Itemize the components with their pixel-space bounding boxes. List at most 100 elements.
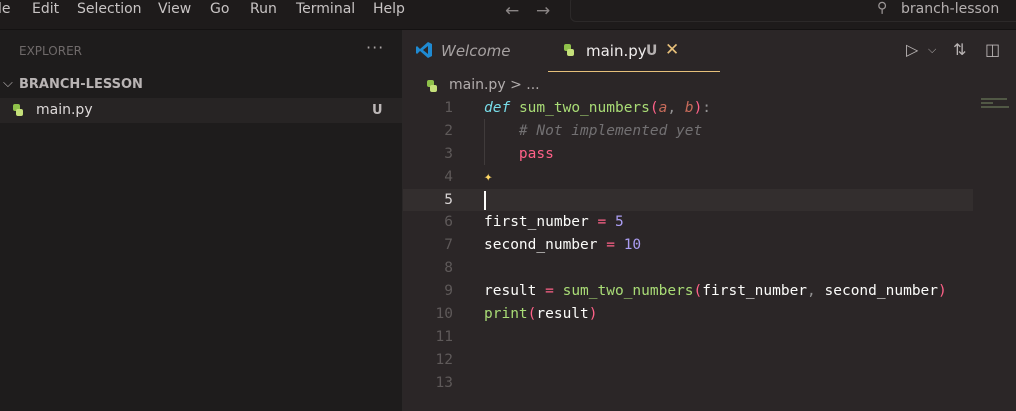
menu-selection[interactable]: Selection [77, 0, 142, 19]
code-token: b [684, 100, 694, 116]
line-number: 6 [444, 214, 453, 231]
code-token: ( [649, 100, 659, 116]
code-token: second_number [824, 283, 939, 300]
line-number: 12 [435, 351, 453, 368]
code-line[interactable]: 9 result = sum_two_numbers(first_number, … [403, 280, 1016, 303]
menu-edit[interactable]: Edit [32, 0, 59, 19]
explorer-title: EXPLORER [19, 44, 82, 58]
code-token: first_number [702, 283, 808, 300]
code-token: ) [693, 100, 703, 116]
code-token: , [667, 100, 685, 116]
back-arrow-icon[interactable]: ← [505, 1, 519, 21]
run-dropdown-chevron-icon[interactable]: ⌵ [928, 43, 936, 57]
line-number: 3 [444, 145, 453, 162]
python-file-icon [427, 80, 437, 92]
explorer-sidebar: EXPLORER ··· ⌵ BRANCH-LESSON main.py U [0, 30, 403, 411]
line-number: 8 [444, 260, 453, 277]
code-token: print [484, 306, 528, 323]
code-line[interactable]: 5 [403, 188, 973, 212]
close-tab-icon[interactable]: ✕ [665, 40, 679, 60]
search-text: branch-lesson [901, 1, 1000, 17]
code-line[interactable]: 6 first_number = 5 [403, 211, 1016, 234]
code-token: result [484, 283, 537, 300]
menu-file[interactable]: le [0, 0, 11, 19]
breadcrumb-symbols[interactable]: > ... [510, 77, 540, 93]
code-line[interactable]: 11 [403, 326, 1016, 349]
editor-tabs: Welcome main.py U ✕ ▷ ⌵ ⇅ ◫ [403, 30, 1016, 72]
menu-help[interactable]: Help [373, 0, 405, 19]
line-text: def sum_two_numbers(a, b): [484, 97, 711, 120]
forward-arrow-icon[interactable]: → [536, 1, 550, 21]
folder-name: BRANCH-LESSON [19, 77, 143, 92]
file-main-py[interactable]: main.py U [0, 98, 402, 123]
menu-run[interactable]: Run [250, 0, 277, 19]
code-token: , [807, 283, 825, 300]
code-line[interactable]: 10 print(result) [403, 303, 1016, 326]
untracked-badge: U [646, 43, 658, 59]
line-number: 13 [435, 374, 453, 391]
tab-main-py[interactable]: main.py U ✕ [548, 30, 720, 72]
line-number: 4 [444, 168, 453, 185]
code-line[interactable]: 8 [403, 257, 1016, 280]
minimap[interactable] [981, 98, 1011, 118]
code-token: : [702, 100, 712, 116]
code-token: = [597, 237, 624, 254]
code-token: pass [518, 145, 554, 162]
line-text: # Not implemented yet [484, 120, 702, 143]
python-file-icon [13, 104, 23, 116]
untracked-badge: U [372, 103, 383, 118]
line-number: 11 [435, 328, 453, 345]
line-text: second_number = 10 [484, 234, 641, 257]
file-name: main.py [36, 102, 93, 118]
line-number: 2 [444, 122, 453, 139]
code-token: ) [938, 283, 947, 300]
code-line[interactable]: 7 second_number = 10 [403, 234, 1016, 257]
code-token: sum_two_numbers [518, 100, 650, 116]
vscode-logo-icon [416, 42, 432, 58]
python-file-icon [564, 44, 574, 56]
code-editor[interactable]: 1 def sum_two_numbers(a, b): 2 # Not imple… [403, 97, 1016, 395]
menu-view[interactable]: View [158, 0, 191, 19]
code-token: = [588, 214, 615, 231]
code-token: sum_two_numbers [562, 283, 694, 300]
compare-changes-icon[interactable]: ⇅ [953, 40, 966, 59]
code-line[interactable]: 12 [403, 349, 1016, 372]
code-token: second_number [484, 237, 598, 254]
line-text: print(result) [484, 303, 598, 326]
line-number: 9 [444, 283, 453, 300]
code-token: ( [693, 283, 703, 300]
text-cursor [484, 190, 486, 210]
sparkle-ai-icon[interactable]: ✦ [484, 166, 492, 189]
more-actions-icon[interactable]: ··· [366, 38, 384, 57]
code-token: # Not implemented yet [518, 122, 703, 139]
line-text: result = sum_two_numbers(first_number, s… [484, 280, 947, 303]
split-editor-icon[interactable]: ◫ [985, 40, 1000, 59]
run-icon[interactable]: ▷ [906, 40, 918, 59]
menu-terminal[interactable]: Terminal [296, 0, 355, 19]
code-token: first_number [484, 214, 589, 231]
breadcrumb-file[interactable]: main.py > ... [449, 77, 540, 93]
code-line[interactable]: 2 # Not implemented yet [403, 120, 1016, 143]
chevron-down-icon: ⌵ [3, 76, 13, 91]
code-line[interactable]: 13 [403, 372, 1016, 395]
code-token: 10 [623, 237, 642, 254]
breadcrumb-file-label: main.py [449, 77, 506, 93]
command-center-search[interactable]: ⚲ branch-lesson [570, 0, 1016, 22]
code-line[interactable]: 4 ✦ [403, 166, 1016, 189]
line-text: first_number = 5 [484, 211, 624, 234]
code-token: def [484, 100, 511, 116]
folder-branch-lesson[interactable]: ⌵ BRANCH-LESSON [0, 74, 402, 96]
tab-welcome[interactable]: Welcome [403, 30, 543, 72]
menu-go[interactable]: Go [210, 0, 229, 19]
code-line[interactable]: 3 pass [403, 143, 1016, 166]
tab-label: Welcome [441, 42, 511, 60]
code-line[interactable]: 1 def sum_two_numbers(a, b): [403, 97, 1016, 165]
line-number: 10 [435, 306, 453, 323]
code-token: result [536, 306, 589, 323]
line-number: 7 [444, 237, 453, 254]
tab-label: main.py [586, 42, 647, 60]
line-text: pass [484, 143, 554, 166]
